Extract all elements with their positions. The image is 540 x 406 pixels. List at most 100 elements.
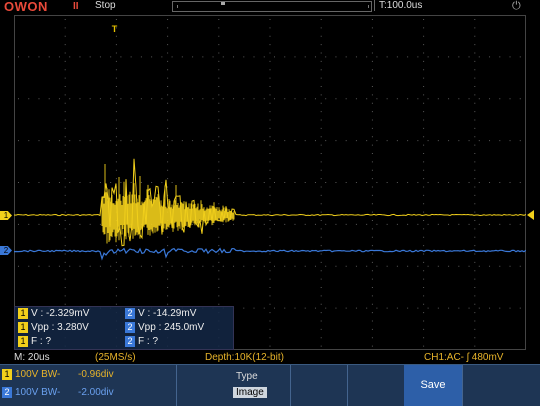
grid-dot — [335, 182, 337, 183]
grid-dot — [110, 98, 112, 100]
grid-dot — [423, 44, 425, 46]
grid-dot — [64, 136, 66, 138]
save-button[interactable]: Save — [404, 365, 462, 406]
grid-dot — [269, 287, 271, 288]
grid-dot — [386, 265, 388, 267]
grid-dot — [519, 223, 521, 225]
grid-dot — [417, 265, 419, 267]
grid-dot — [64, 178, 66, 180]
grid-dot — [423, 278, 425, 280]
ch2-offset: -2.00div — [78, 387, 114, 398]
grid-dot — [423, 153, 425, 154]
grid-dot — [474, 35, 476, 37]
grid-dot — [423, 186, 425, 188]
ch2-settings[interactable]: 2 100V BW- -2.00div — [0, 387, 175, 401]
grid-dot — [371, 320, 373, 322]
grid-dot — [69, 98, 71, 100]
ch1-offset: -0.96div — [78, 369, 114, 380]
grid-dot — [269, 278, 271, 280]
grid-dot — [89, 56, 91, 58]
trigger-level-marker[interactable] — [527, 210, 534, 220]
pause-icon[interactable]: II — [73, 1, 79, 12]
grid-dot — [499, 265, 501, 267]
grid-dot — [489, 307, 491, 309]
grid-dot — [423, 77, 425, 79]
grid-dot — [167, 35, 169, 37]
ch2-level-marker[interactable]: 2 — [0, 246, 12, 255]
type-selector[interactable]: Image — [233, 387, 267, 398]
grid-dot — [427, 140, 429, 142]
grid-dot — [417, 307, 419, 309]
status-line: M: 20us (25MS/s) Depth:10K(12-bit) CH1:A… — [0, 352, 540, 364]
grid-dot — [314, 265, 316, 267]
grid-dot — [218, 119, 220, 121]
grid-dot — [371, 44, 373, 46]
grid-dot — [233, 56, 235, 58]
grid-dot — [468, 182, 470, 183]
grid-dot — [167, 236, 169, 238]
grid-dot — [320, 102, 322, 104]
grid-dot — [269, 337, 271, 339]
grid-dot — [222, 56, 224, 58]
ch1-scale: 100V BW- — [15, 369, 61, 380]
grid-dot — [474, 270, 476, 272]
grid-dot — [371, 253, 373, 255]
grid-dot — [161, 182, 163, 183]
grid-dot — [366, 98, 368, 100]
grid-dot — [376, 265, 378, 267]
grid-dot — [407, 307, 409, 309]
grid-dot — [371, 295, 373, 297]
grid-dot — [64, 19, 66, 20]
trigger-position-marker: T — [111, 24, 118, 34]
grid-dot — [458, 140, 460, 142]
grid-dot — [423, 102, 425, 104]
grid-dot — [48, 265, 50, 267]
grid-dot — [371, 236, 373, 238]
grid-dot — [376, 182, 378, 183]
grid-dot — [371, 60, 373, 62]
grid-dot — [120, 140, 122, 142]
grid-dot — [478, 56, 480, 58]
grid-dot — [218, 295, 220, 297]
grid-dot — [371, 178, 373, 180]
brand-logo: OWON — [4, 0, 48, 14]
grid-dot — [478, 182, 480, 183]
grid-dot — [371, 102, 373, 104]
grid-dot — [64, 102, 66, 104]
grid-dot — [468, 265, 470, 267]
grid-dot — [171, 56, 173, 58]
grid-dot — [269, 27, 271, 29]
grid-dot — [474, 303, 476, 305]
grid-dot — [64, 203, 66, 205]
grid-dot — [64, 253, 66, 255]
ch1-frequency: F : ? — [31, 336, 52, 347]
run-status: Stop — [95, 0, 116, 11]
grid-dot — [474, 236, 476, 238]
grid-dot — [218, 278, 220, 280]
grid-dot — [437, 98, 439, 100]
grid-dot — [423, 169, 425, 171]
grid-dot — [58, 223, 60, 225]
grid-dot — [263, 140, 265, 142]
grid-dot — [371, 303, 373, 305]
grid-dot — [474, 69, 476, 71]
grid-dot — [294, 307, 296, 309]
grid-dot — [304, 56, 306, 58]
grid-dot — [345, 307, 347, 309]
grid-dot — [320, 328, 322, 330]
grid-dot — [115, 178, 117, 180]
grid-dot — [18, 98, 19, 100]
grid-dot — [320, 136, 322, 138]
grid-dot — [335, 140, 337, 142]
grid-dot — [99, 98, 101, 100]
ch1-level-marker[interactable]: 1 — [0, 211, 12, 220]
grid-dot — [69, 265, 71, 267]
grid-dot — [167, 295, 169, 297]
grid-dot — [269, 77, 271, 79]
ch1-settings[interactable]: 1 100V BW- -0.96div — [0, 369, 175, 383]
grid-dot — [320, 169, 322, 171]
grid-dot — [151, 182, 153, 183]
grid-dot — [48, 140, 50, 142]
grid-dot — [474, 312, 476, 314]
grid-dot — [218, 77, 220, 79]
